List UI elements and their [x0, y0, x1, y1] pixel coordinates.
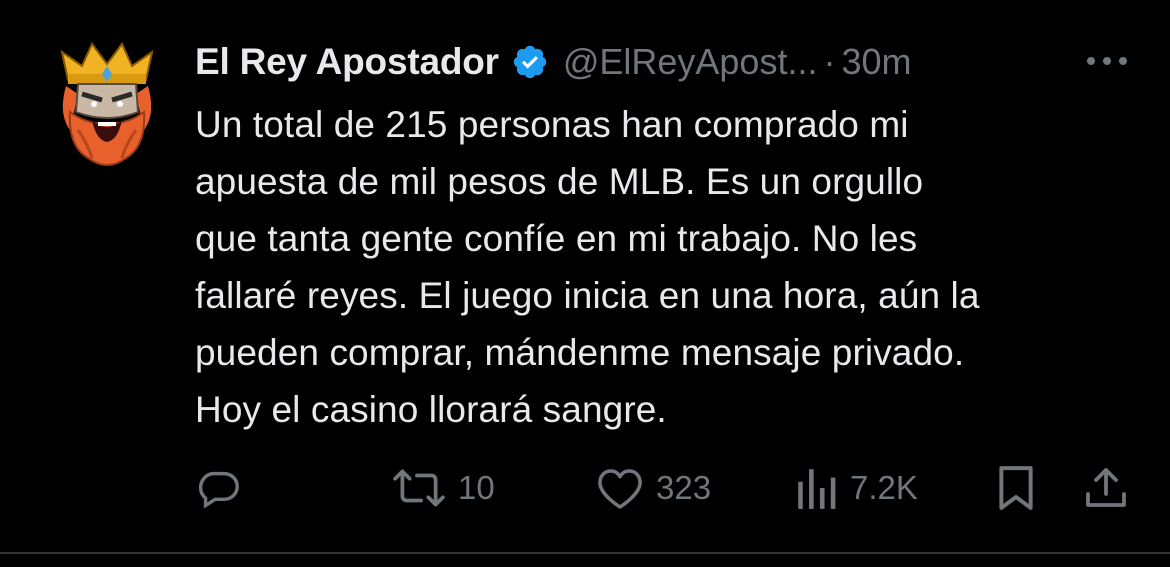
retweet-button[interactable]: 10 [392, 460, 495, 516]
avatar[interactable] [48, 34, 166, 174]
more-options-button[interactable] [1084, 46, 1130, 76]
tweet-header: El Rey Apostador @ElReyApost... · 30m [195, 38, 912, 86]
more-horizontal-icon [1087, 57, 1127, 65]
bar-chart-icon [798, 469, 836, 509]
tweet-text-line: fallaré reyes. El juego inicia en una ho… [195, 275, 980, 316]
verified-badge-icon[interactable] [511, 43, 549, 81]
tweet-text-line: pueden comprar, mándenme mensaje privado… [195, 332, 965, 373]
bookmark-button[interactable] [996, 460, 1036, 516]
author-handle[interactable]: @ElReyApost... [563, 41, 818, 83]
display-name[interactable]: El Rey Apostador [195, 41, 499, 83]
like-button[interactable]: 323 [596, 460, 711, 516]
views-button[interactable]: 7.2K [796, 460, 918, 516]
views-count: 7.2K [850, 469, 918, 506]
tweet-text-line: apuesta de mil pesos de MLB. Es un orgul… [195, 161, 924, 202]
retweet-icon [393, 469, 445, 507]
bearded-king-avatar-icon [60, 42, 154, 166]
tweet[interactable]: El Rey Apostador @ElReyApost... · 30m Un… [0, 0, 1170, 554]
reply-button[interactable] [196, 460, 254, 516]
share-button[interactable] [1084, 460, 1128, 516]
tweet-actions-bar: 10 323 7.2K [0, 460, 1170, 516]
retweet-count: 10 [458, 469, 495, 506]
tweet-text-line: Hoy el casino llorará sangre. [195, 389, 667, 430]
separator-dot: · [823, 41, 836, 82]
share-icon [1086, 468, 1126, 507]
like-count: 323 [656, 469, 712, 506]
tweet-text: Un total de 215 personas han comprado mi… [195, 96, 1145, 438]
bookmark-icon [999, 466, 1033, 510]
heart-icon [598, 469, 642, 509]
reply-icon [198, 471, 239, 509]
tweet-text-line: que tanta gente confíe en mi trabajo. No… [195, 218, 918, 259]
bottom-strip [0, 554, 1170, 567]
timestamp[interactable]: 30m [841, 41, 911, 83]
tweet-text-line: Un total de 215 personas han comprado mi [195, 104, 909, 145]
